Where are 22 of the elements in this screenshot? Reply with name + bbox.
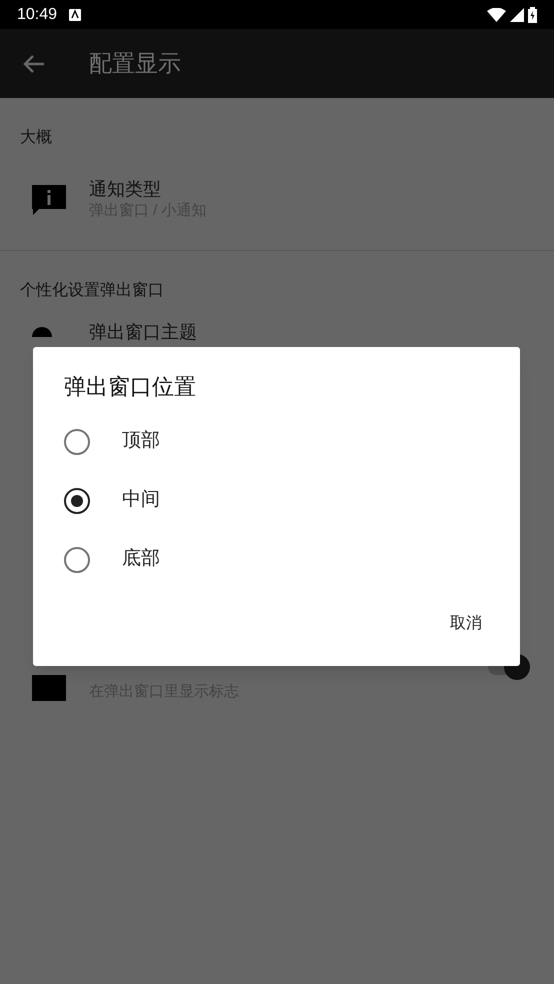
radio-button[interactable] (64, 428, 90, 454)
radio-option[interactable]: 底部 (33, 530, 520, 589)
battery-icon (528, 6, 537, 22)
cancel-button[interactable]: 取消 (436, 606, 496, 642)
option-label: 顶部 (122, 429, 160, 454)
dialog-title: 弹出窗口位置 (64, 373, 196, 401)
radio-option[interactable]: 中间 (33, 471, 520, 530)
section-header: 个性化设置弹出窗口 (19, 281, 165, 301)
section-header: 大概 (19, 128, 53, 148)
radio-option[interactable]: 顶部 (33, 412, 520, 471)
status-time: 10:49 (17, 4, 58, 24)
notification-icon (69, 8, 82, 20)
item-title: 弹出窗口主题 (89, 321, 197, 343)
screen-title: 配置显示 (89, 49, 181, 78)
radio-button[interactable] (64, 546, 90, 572)
radio-button[interactable] (64, 488, 90, 514)
option-label: 底部 (122, 547, 160, 572)
wifi-icon (487, 8, 506, 22)
info-message-icon (32, 185, 66, 215)
signal-icon (510, 8, 524, 22)
option-label: 中间 (122, 488, 160, 512)
item-title: 通知类型 (89, 178, 162, 200)
